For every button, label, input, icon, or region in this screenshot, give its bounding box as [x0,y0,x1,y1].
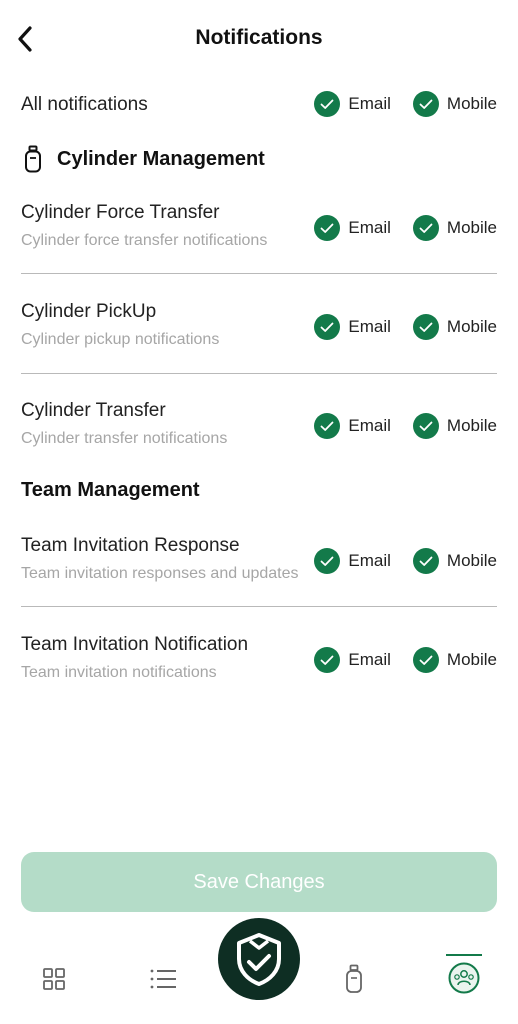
nav-item-team[interactable] [446,960,482,996]
checkmark-icon [412,215,439,241]
nav-item-cylinders[interactable] [336,959,372,999]
mobile-label: Mobile [446,317,497,336]
email-toggle[interactable]: Email [314,413,391,439]
mobile-label: Mobile [446,650,497,669]
checkmark-icon [314,91,341,117]
item-title: Cylinder Force Transfer [21,202,220,223]
mobile-toggle[interactable]: Mobile [412,548,497,574]
all-email-toggle[interactable]: Email [314,91,391,117]
mobile-label: Mobile [446,218,497,237]
email-toggle[interactable]: Email [314,215,391,241]
section-cylinder-management: Cylinder Management [21,144,265,174]
email-label: Email [348,416,391,435]
checkmark-icon [412,548,439,574]
item-subtitle: Cylinder force transfer notifications [21,232,268,249]
notification-item-cylinder-transfer: Cylinder Transfer Cylinder transfer noti… [0,400,518,478]
mobile-toggle[interactable]: Mobile [412,413,497,439]
notification-item-cylinder-force-transfer: Cylinder Force Transfer Cylinder force t… [0,202,518,280]
email-label: Email [348,218,391,237]
item-toggles: Email Mobile [314,314,497,340]
active-tab-indicator [446,954,482,956]
shield-check-icon [237,933,281,986]
item-title: Team Invitation Response [21,535,240,556]
all-notifications-label: All notifications [21,94,148,115]
nav-item-center-action[interactable] [218,918,300,1000]
notification-item-cylinder-pickup: Cylinder PickUp Cylinder pickup notifica… [0,301,518,379]
checkmark-icon [314,413,341,439]
mobile-toggle[interactable]: Mobile [412,647,497,673]
mobile-label: Mobile [446,94,497,113]
checkmark-icon [314,215,341,241]
section-team-management: Team Management [21,479,200,502]
save-changes-button[interactable]: Save Changes [21,852,497,912]
email-toggle[interactable]: Email [314,314,391,340]
email-label: Email [348,94,391,113]
cylinder-icon [21,144,45,174]
checkmark-icon [314,548,341,574]
mobile-toggle[interactable]: Mobile [412,314,497,340]
mobile-label: Mobile [446,416,497,435]
mobile-label: Mobile [446,551,497,570]
divider [21,273,497,274]
list-icon [150,969,176,989]
mobile-toggle[interactable]: Mobile [412,215,497,241]
item-toggles: Email Mobile [314,413,497,439]
team-avatar-icon [448,962,480,994]
item-toggles: Email Mobile [314,647,497,673]
all-notifications-row: All notifications Email Mobile [0,86,518,124]
checkmark-icon [412,91,439,117]
header-bar: Notifications [0,0,518,78]
email-toggle[interactable]: Email [314,647,391,673]
email-label: Email [348,650,391,669]
item-subtitle: Cylinder pickup notifications [21,331,220,348]
divider [21,606,497,607]
item-title: Cylinder Transfer [21,400,166,421]
notification-item-team-invitation-notification: Team Invitation Notification Team invita… [0,634,518,712]
checkmark-icon [314,647,341,673]
item-subtitle: Team invitation responses and updates [21,565,299,582]
checkmark-icon [412,314,439,340]
bottom-nav [0,915,518,1024]
all-mobile-toggle[interactable]: Mobile [412,91,497,117]
nav-item-dashboard[interactable] [36,961,72,997]
item-title: Team Invitation Notification [21,634,249,655]
checkmark-icon [412,413,439,439]
notification-item-team-invitation-response: Team Invitation Response Team invitation… [0,535,518,613]
save-changes-label: Save Changes [193,870,325,893]
section-title: Cylinder Management [57,147,265,170]
divider [21,373,497,374]
item-title: Cylinder PickUp [21,301,157,322]
section-title: Team Management [21,479,200,501]
item-subtitle: Team invitation notifications [21,664,217,681]
cylinder-icon [346,964,362,993]
email-label: Email [348,551,391,570]
all-notifications-toggles: Email Mobile [314,91,497,117]
item-toggles: Email Mobile [314,215,497,241]
item-toggles: Email Mobile [314,548,497,574]
grid-icon [43,968,65,990]
item-subtitle: Cylinder transfer notifications [21,430,228,447]
checkmark-icon [314,314,341,340]
page-title: Notifications [195,26,323,49]
checkmark-icon [412,647,439,673]
email-toggle[interactable]: Email [314,548,391,574]
nav-item-list[interactable] [145,961,181,997]
email-label: Email [348,317,391,336]
